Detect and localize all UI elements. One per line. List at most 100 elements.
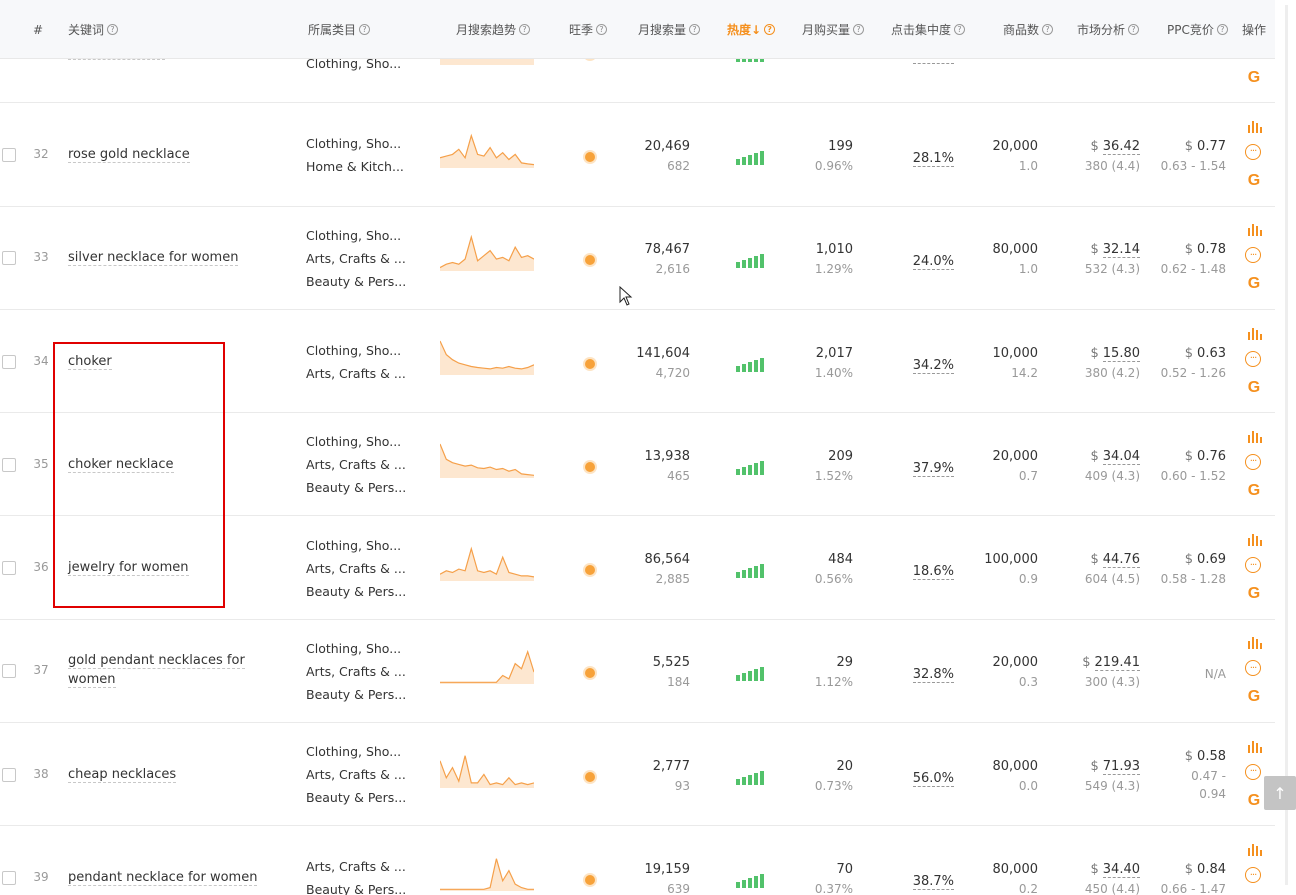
col-keyword[interactable]: 关键词? bbox=[68, 0, 119, 59]
help-icon[interactable]: ? bbox=[1042, 24, 1054, 35]
market-analysis-cell[interactable]: $15.80 380 (4.2) bbox=[1052, 344, 1140, 382]
trend-sparkline[interactable] bbox=[440, 442, 534, 478]
help-icon[interactable]: ? bbox=[853, 24, 865, 35]
chart-icon[interactable] bbox=[1245, 324, 1263, 342]
market-analysis-cell[interactable]: $32.14 532 (4.3) bbox=[1052, 240, 1140, 278]
market-analysis-cell[interactable]: $34.40 450 (4.4) bbox=[1052, 860, 1140, 895]
keyword-text[interactable]: jewelry for women bbox=[68, 560, 189, 577]
keyword-text[interactable]: rose gold necklace bbox=[68, 146, 190, 163]
chart-icon[interactable] bbox=[1245, 117, 1263, 135]
chart-icon[interactable] bbox=[1245, 427, 1263, 445]
more-icon[interactable]: ··· bbox=[1245, 763, 1261, 780]
market-analysis-cell[interactable]: $71.93 549 (4.3) bbox=[1052, 757, 1140, 795]
keyword-text[interactable]: gold pendant necklaces for women bbox=[68, 653, 245, 689]
row-index: 37 bbox=[33, 663, 49, 678]
google-icon[interactable]: G bbox=[1245, 585, 1263, 603]
row-checkbox[interactable] bbox=[2, 354, 16, 369]
more-icon[interactable]: ··· bbox=[1245, 557, 1261, 574]
market-analysis-cell[interactable]: $44.76 604 (4.5) bbox=[1052, 550, 1140, 588]
help-icon[interactable]: ? bbox=[1128, 24, 1140, 35]
google-icon[interactable]: G bbox=[1245, 482, 1263, 500]
keyword-text[interactable]: pendant necklace for women bbox=[68, 870, 258, 887]
help-icon[interactable]: ? bbox=[359, 24, 371, 35]
keyword-text[interactable]: cheap necklaces bbox=[68, 766, 177, 783]
chart-icon[interactable] bbox=[1245, 530, 1263, 548]
help-icon[interactable]: ? bbox=[107, 24, 119, 35]
row-checkbox[interactable] bbox=[2, 767, 16, 782]
col-click-concentration[interactable]: 点击集中度? bbox=[891, 0, 966, 59]
keyword-cell[interactable]: jewelry for women bbox=[68, 558, 290, 577]
google-icon[interactable]: G bbox=[1245, 275, 1263, 293]
col-monthly-search[interactable]: 月搜索量? bbox=[638, 0, 701, 59]
more-icon[interactable]: ··· bbox=[1245, 660, 1261, 677]
col-heat-sort[interactable]: 热度 ↓? bbox=[727, 0, 776, 59]
chart-icon[interactable] bbox=[1245, 220, 1263, 238]
more-icon[interactable]: ··· bbox=[1245, 867, 1261, 884]
more-icon[interactable]: ··· bbox=[1245, 143, 1261, 160]
col-monthly-buy[interactable]: 月购买量? bbox=[802, 0, 865, 59]
more-icon[interactable]: ··· bbox=[1245, 453, 1261, 470]
col-category[interactable]: 所属类目? bbox=[308, 0, 371, 59]
ppc-cell: $0.76 0.60 - 1.52 bbox=[1160, 448, 1226, 483]
trend-sparkline[interactable] bbox=[440, 132, 534, 168]
keyword-text[interactable]: choker bbox=[68, 353, 112, 370]
monthly-buy-cell: 199 0.96% bbox=[814, 138, 853, 173]
arrow-up-icon[interactable]: ↑ bbox=[1264, 776, 1296, 810]
col-market-analysis[interactable]: 市场分析? bbox=[1077, 0, 1140, 59]
google-icon[interactable]: G bbox=[1245, 792, 1263, 810]
category-item: Home & Kitch... bbox=[306, 158, 404, 174]
google-icon[interactable]: G bbox=[1245, 69, 1263, 87]
help-icon[interactable]: ? bbox=[596, 24, 608, 35]
heat-bars-icon bbox=[736, 149, 766, 165]
keyword-text[interactable]: silver necklace for women bbox=[68, 250, 239, 267]
keyword-cell[interactable]: pendant necklace for women bbox=[68, 868, 290, 887]
keyword-cell[interactable]: choker necklace bbox=[68, 455, 290, 474]
col-index: # bbox=[33, 22, 44, 37]
click-concentration-cell: 38.7% bbox=[912, 874, 954, 891]
keyword-cell[interactable]: silver necklace for women bbox=[68, 248, 290, 267]
row-checkbox[interactable] bbox=[2, 561, 16, 576]
trend-sparkline[interactable] bbox=[440, 545, 534, 582]
help-icon[interactable]: ? bbox=[689, 24, 701, 35]
help-icon[interactable]: ? bbox=[519, 24, 531, 35]
click-concentration-cell: 56.0% bbox=[912, 770, 954, 787]
row-checkbox[interactable] bbox=[2, 251, 16, 266]
keyword-cell[interactable]: rose gold necklace bbox=[68, 145, 290, 164]
trend-sparkline[interactable] bbox=[440, 648, 534, 685]
trend-sparkline[interactable] bbox=[440, 855, 534, 892]
trend-sparkline[interactable] bbox=[440, 752, 534, 788]
google-icon[interactable]: G bbox=[1245, 379, 1263, 397]
product-count-cell: 20,000 1.0 bbox=[992, 138, 1039, 173]
keyword-cell[interactable]: choker bbox=[68, 352, 290, 371]
keyword-cell[interactable]: cheap necklaces bbox=[68, 765, 290, 784]
col-ppc[interactable]: PPC竞价? bbox=[1167, 0, 1228, 59]
col-season[interactable]: 旺季? bbox=[569, 0, 608, 59]
chart-icon[interactable] bbox=[1245, 737, 1263, 755]
row-index: 32 bbox=[33, 146, 49, 161]
row-checkbox[interactable] bbox=[2, 457, 16, 472]
help-icon[interactable]: ? bbox=[954, 24, 966, 35]
keyword-text[interactable]: choker necklace bbox=[68, 456, 174, 473]
more-icon[interactable]: ··· bbox=[1245, 350, 1261, 367]
keyword-cell[interactable]: gold pendant necklaces for women bbox=[68, 651, 290, 689]
row-checkbox[interactable] bbox=[2, 664, 16, 679]
chart-icon[interactable] bbox=[1245, 840, 1263, 858]
more-icon[interactable]: ··· bbox=[1245, 247, 1261, 264]
market-analysis-cell[interactable]: $34.04 409 (4.3) bbox=[1052, 447, 1140, 485]
col-trend[interactable]: 月搜索趋势? bbox=[456, 0, 531, 59]
help-icon[interactable]: ? bbox=[1216, 24, 1228, 35]
cursor-icon bbox=[619, 286, 633, 306]
row-checkbox[interactable] bbox=[2, 147, 16, 162]
chart-icon[interactable] bbox=[1245, 633, 1263, 651]
market-analysis-cell[interactable]: $219.41 300 (4.3) bbox=[1052, 653, 1140, 691]
table-header: # 关键词? 所属类目? 月搜索趋势? 旺季? 月搜索量? 热度 ↓? 月购买量?… bbox=[0, 0, 1275, 59]
col-product-count[interactable]: 商品数? bbox=[1003, 0, 1054, 59]
scrollbar[interactable] bbox=[1282, 5, 1291, 885]
google-icon[interactable]: G bbox=[1245, 688, 1263, 706]
trend-sparkline[interactable] bbox=[440, 235, 534, 272]
trend-sparkline[interactable] bbox=[440, 339, 534, 375]
google-icon[interactable]: G bbox=[1245, 172, 1263, 190]
help-icon[interactable]: ? bbox=[764, 24, 776, 35]
row-checkbox[interactable] bbox=[2, 871, 16, 886]
market-analysis-cell[interactable]: $36.42 380 (4.4) bbox=[1052, 137, 1140, 175]
